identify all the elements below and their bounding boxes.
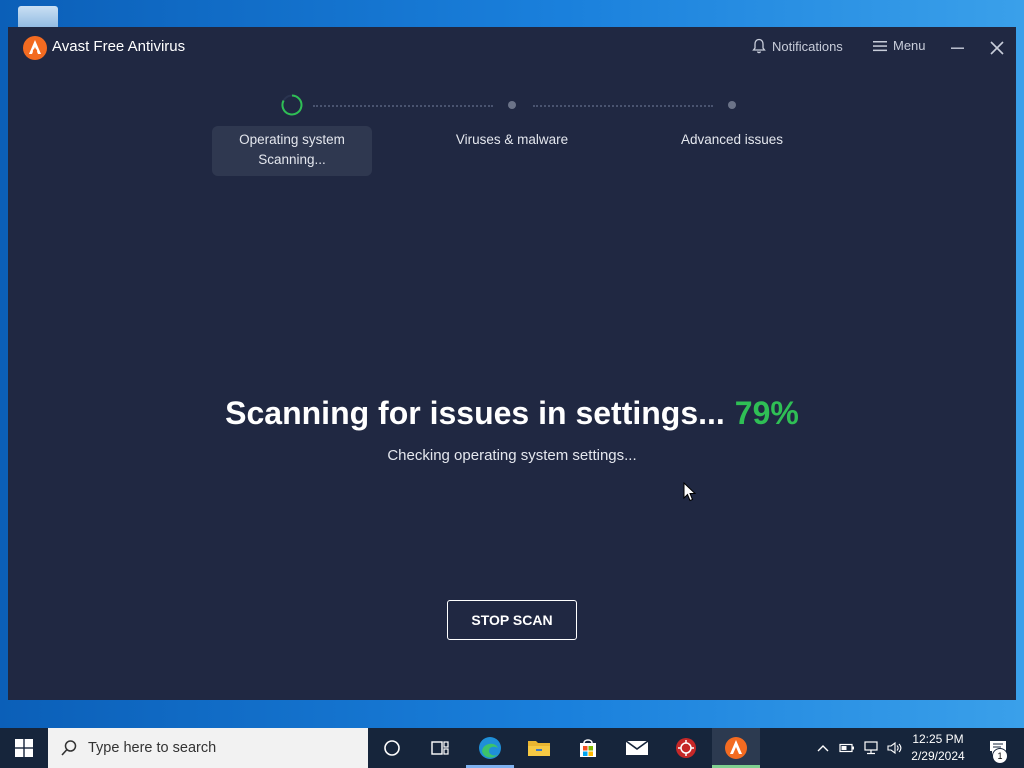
notifications-label: Notifications	[772, 38, 843, 54]
search-icon	[61, 740, 77, 756]
bell-icon	[752, 38, 766, 54]
spinner-icon	[281, 94, 303, 116]
mail-icon	[625, 740, 649, 755]
scan-headline-text: Scanning for issues in settings...	[225, 395, 725, 431]
app-title: Avast Free Antivirus	[52, 38, 186, 55]
battery-button[interactable]	[837, 728, 857, 768]
battery-icon	[839, 743, 854, 753]
task-view-icon	[431, 741, 449, 755]
stop-scan-button[interactable]: STOP SCAN	[447, 600, 577, 640]
avast-taskbar-button[interactable]	[712, 728, 760, 768]
close-button[interactable]	[987, 38, 1007, 58]
minimize-button[interactable]	[948, 39, 968, 57]
minimize-icon	[951, 47, 964, 49]
system-clock[interactable]: 12:25 PM 2/29/2024	[900, 731, 976, 765]
step-connector	[313, 105, 493, 107]
taskbar: Type here to search 12:25 PM 2/29/2024 1	[0, 728, 1024, 768]
hamburger-icon	[873, 40, 887, 51]
notifications-button[interactable]: Notifications	[752, 38, 843, 54]
step-dot	[728, 101, 736, 109]
network-button[interactable]	[861, 728, 881, 768]
file-explorer-button[interactable]	[515, 728, 563, 768]
menu-label: Menu	[893, 38, 926, 53]
avast-logo-icon	[23, 36, 47, 60]
edge-icon	[479, 737, 501, 759]
cortana-icon	[384, 740, 400, 756]
start-button[interactable]	[0, 728, 48, 768]
scan-subtext: Checking operating system settings...	[387, 447, 637, 464]
step-label-advanced-issues: Advanced issues	[680, 132, 784, 147]
search-placeholder: Type here to search	[88, 740, 217, 756]
clock-time: 12:25 PM	[912, 732, 964, 746]
clock-date: 2/29/2024	[911, 749, 965, 763]
antivirus-icon	[676, 738, 696, 758]
avast-window: Avast Free Antivirus Notifications Menu	[8, 27, 1016, 700]
avast-icon	[725, 737, 747, 759]
scan-percent: 79%	[734, 395, 799, 431]
notification-count-badge: 1	[992, 748, 1008, 764]
show-hidden-icons-button[interactable]	[813, 728, 833, 768]
task-view-button[interactable]	[416, 728, 464, 768]
close-icon	[990, 41, 1004, 55]
antivirus-button[interactable]	[662, 728, 710, 768]
store-button[interactable]	[564, 728, 612, 768]
edge-button[interactable]	[466, 728, 514, 768]
step-label-viruses-malware: Viruses & malware	[455, 132, 569, 147]
step-dot	[508, 101, 516, 109]
chevron-up-icon	[817, 745, 829, 752]
step-label-operating-system: Operating system	[239, 132, 345, 147]
mouse-cursor-icon	[683, 482, 697, 502]
stop-scan-label: STOP SCAN	[471, 612, 553, 628]
file-explorer-icon	[528, 741, 550, 756]
network-icon	[864, 741, 878, 755]
scan-progress-steps: Operating system Scanning... Viruses & m…	[8, 89, 1016, 219]
scan-headline: Scanning for issues in settings... 79%	[8, 395, 1016, 432]
store-icon	[580, 739, 596, 757]
step-connector	[533, 105, 713, 107]
title-bar: Avast Free Antivirus Notifications Menu	[8, 27, 1016, 69]
step-status: Scanning...	[258, 152, 326, 167]
taskbar-search-box[interactable]: Type here to search	[48, 728, 368, 768]
windows-logo-icon	[15, 739, 33, 757]
cortana-button[interactable]	[368, 728, 416, 768]
mail-button[interactable]	[613, 728, 661, 768]
menu-button[interactable]: Menu	[873, 38, 926, 53]
recycle-bin-icon[interactable]	[18, 6, 58, 28]
